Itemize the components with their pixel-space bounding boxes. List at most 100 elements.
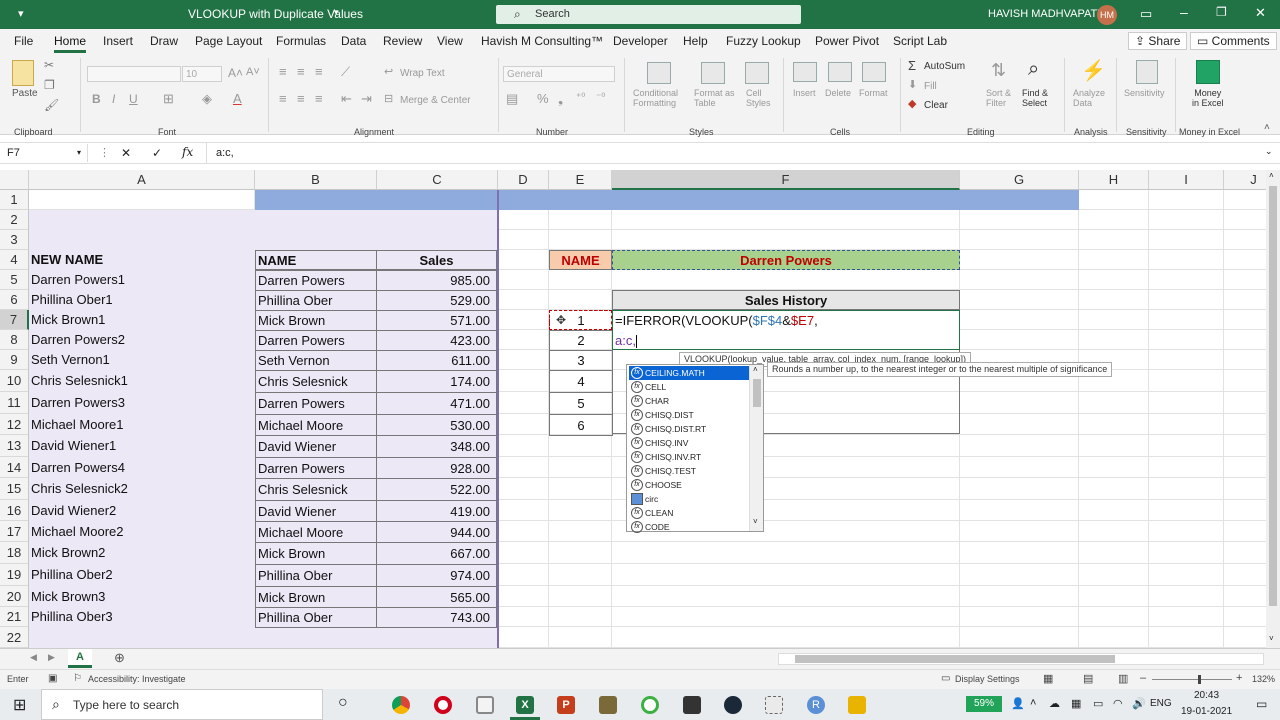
column-header-f[interactable]: F [612, 170, 960, 190]
new-name-cell[interactable]: David Wiener2 [31, 500, 251, 521]
chevron-down-icon[interactable]: ▾ [334, 7, 339, 18]
wifi-icon[interactable]: ◠ [1113, 697, 1123, 710]
history-index-cell[interactable]: 2 [549, 330, 613, 351]
autocomplete-item[interactable]: fx CHISQ.TEST [629, 464, 749, 478]
insert-cells-button[interactable]: Insert [793, 88, 816, 98]
sales-cell[interactable]: 174.00 [376, 370, 497, 393]
name-box[interactable]: F7 ▾ [4, 144, 88, 162]
name-cell[interactable]: Mick Brown [255, 542, 377, 565]
tab-insert[interactable]: Insert [103, 34, 133, 48]
align-left-icon[interactable]: ≡ [279, 91, 287, 106]
new-name-cell[interactable]: Seth Vernon1 [31, 350, 251, 370]
ribbon-display-icon[interactable]: ▭ [1140, 6, 1152, 22]
name-cell[interactable]: Phillina Ober [255, 564, 377, 587]
merge-icon[interactable]: ⊟ [384, 92, 393, 105]
formula-input[interactable]: a:c, [206, 143, 1262, 163]
taskbar-search-box[interactable]: ⌕ Type here to search [41, 689, 323, 720]
row-header-19[interactable]: 19 [0, 564, 29, 586]
sort-filter-icon[interactable]: ⇅ [991, 60, 1006, 81]
row-header-14[interactable]: 14 [0, 457, 29, 478]
new-name-cell[interactable]: Phillina Ober3 [31, 607, 251, 627]
format-as-table-button[interactable]: Format as Table [694, 88, 735, 108]
new-name-cell[interactable]: David Wiener1 [31, 435, 251, 457]
row-header-13[interactable]: 13 [0, 435, 29, 457]
fill-icon[interactable]: ⬇ [908, 78, 917, 91]
autocomplete-item[interactable]: fx CODE [629, 520, 749, 534]
clock-time[interactable]: 20:43 [1194, 690, 1219, 701]
tab-draw[interactable]: Draw [150, 34, 178, 48]
name-cell[interactable]: Mick Brown [255, 586, 377, 608]
align-bottom-icon[interactable]: ≡ [315, 64, 323, 79]
cell-styles-icon[interactable] [745, 62, 769, 84]
prev-sheet-icon[interactable]: ◀ [30, 652, 37, 663]
sales-cell[interactable]: 928.00 [376, 457, 497, 479]
paste-button[interactable]: Paste [12, 88, 38, 99]
merge-center-button[interactable]: Merge & Center [400, 95, 471, 106]
page-layout-icon[interactable]: ▤ [1083, 672, 1093, 685]
add-sheet-icon[interactable]: ⊕ [114, 650, 125, 666]
copy-icon[interactable]: ❐ [44, 78, 55, 92]
new-name-cell[interactable]: Chris Selesnick2 [31, 478, 251, 500]
comments-button[interactable]: ▭ Comments [1190, 32, 1277, 50]
sales-cell[interactable]: 530.00 [376, 414, 497, 436]
history-index-cell[interactable]: 6 [549, 414, 613, 436]
row-header-22[interactable]: 22 [0, 627, 29, 648]
new-name-cell[interactable]: Mick Brown3 [31, 586, 251, 607]
sales-history-header[interactable]: Sales History [612, 290, 960, 310]
sort-filter-button[interactable]: Sort & Filter [986, 88, 1011, 108]
page-break-icon[interactable]: ▥ [1118, 672, 1128, 685]
sales-cell[interactable]: 611.00 [376, 350, 497, 371]
sales-cell[interactable]: 944.00 [376, 521, 497, 543]
new-name-cell[interactable]: Darren Powers1 [31, 270, 251, 290]
snipping-tool-icon[interactable] [765, 696, 783, 714]
cortana-icon[interactable]: ○ [338, 694, 348, 712]
r-app-icon[interactable]: R [807, 696, 825, 714]
sheet-tab-a[interactable]: A [68, 649, 92, 668]
autocomplete-scrollbar[interactable]: ˄ ˅ [749, 365, 763, 531]
onedrive-icon[interactable]: ☁ [1049, 697, 1060, 710]
align-top-icon[interactable]: ≡ [279, 64, 287, 79]
accounting-icon[interactable]: ▤ [506, 91, 518, 107]
font-name-select[interactable] [87, 66, 181, 82]
column-header-j[interactable]: J [1224, 170, 1266, 190]
collapse-ribbon-icon[interactable]: ˄ [1264, 122, 1270, 133]
name-cell[interactable]: Mick Brown [255, 310, 377, 331]
chrome-icon[interactable] [392, 696, 410, 714]
new-name-cell[interactable]: Chris Selesnick1 [31, 370, 251, 392]
increase-decimal-icon[interactable]: ⁺⁰ [576, 92, 585, 103]
align-center-icon[interactable]: ≡ [297, 91, 305, 106]
expand-formula-icon[interactable]: ⌄ [1265, 146, 1273, 157]
history-index-cell[interactable]: 4 [549, 370, 613, 393]
name-cell[interactable]: Darren Powers [255, 270, 377, 291]
sales-cell[interactable]: 471.00 [376, 392, 497, 415]
fill-button[interactable]: Fill [924, 81, 937, 92]
row-header-10[interactable]: 10 [0, 370, 29, 392]
windows-start-icon[interactable]: ⊞ [13, 695, 26, 715]
scroll-up-icon[interactable]: ˄ [1269, 171, 1274, 180]
opera-icon[interactable] [434, 696, 452, 714]
display-settings-icon[interactable]: ▭ [941, 673, 950, 684]
volume-icon[interactable]: 🔊 [1132, 697, 1146, 710]
autocomplete-item[interactable]: fx CLEAN [629, 506, 749, 520]
vertical-scrollbar[interactable]: ˄ ˅ [1266, 170, 1280, 648]
delete-cells-icon[interactable] [828, 62, 852, 82]
autocomplete-item[interactable]: fx CELL [629, 380, 749, 394]
column-header-a[interactable]: A [29, 170, 255, 190]
select-all-corner[interactable] [0, 170, 29, 190]
new-name-cell[interactable]: Michael Moore2 [31, 521, 251, 542]
column-header-c[interactable]: C [377, 170, 498, 190]
new-name-header[interactable]: NEW NAME [31, 250, 251, 270]
row-header-2[interactable]: 2 [0, 210, 29, 230]
fill-color-icon[interactable]: ◈ [202, 91, 212, 107]
autosum-icon[interactable]: Σ [908, 58, 916, 73]
row-header-5[interactable]: 5 [0, 270, 29, 290]
find-select-button[interactable]: Find & Select [1022, 88, 1048, 108]
row-header-20[interactable]: 20 [0, 586, 29, 607]
network-icon[interactable]: ▦ [1071, 697, 1081, 710]
share-button[interactable]: ⇪ Share [1128, 32, 1188, 50]
row-header-18[interactable]: 18 [0, 542, 29, 564]
autocomplete-item[interactable]: fx CHISQ.INV.RT [629, 450, 749, 464]
autocomplete-item[interactable]: fx CEILING.MATH [629, 366, 749, 380]
decrease-indent-icon[interactable]: ⇤ [341, 91, 352, 107]
sensitivity-button[interactable]: Sensitivity [1124, 88, 1165, 98]
